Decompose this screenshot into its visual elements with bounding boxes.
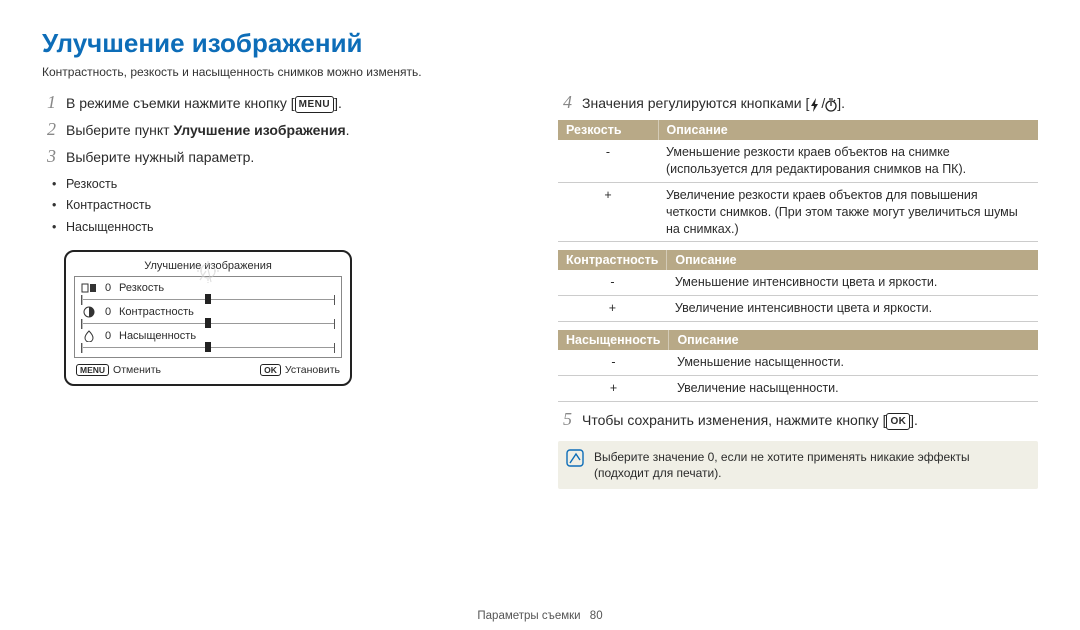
step-text-bold: Улучшение изображения xyxy=(173,122,345,138)
table-desc: Увеличение резкости краев объектов для п… xyxy=(658,182,1038,242)
step-number: 2 xyxy=(42,120,56,140)
step-3: 3 Выберите нужный параметр. xyxy=(42,147,522,168)
step-number: 3 xyxy=(42,147,56,167)
table-header: Резкость xyxy=(558,120,658,140)
step-text: . xyxy=(346,122,350,138)
ok-button-label: OK xyxy=(886,413,910,430)
table-header: Насыщенность xyxy=(558,330,669,350)
list-item: Контрастность xyxy=(66,195,522,216)
note-text: Выберите значение 0, если не хотите прим… xyxy=(594,449,1024,481)
table-header: Описание xyxy=(658,120,1038,140)
table-header: Описание xyxy=(667,250,1038,270)
timer-icon xyxy=(825,97,837,111)
step-4: 4 Значения регулируются кнопками [/]. xyxy=(558,93,1038,114)
step-number: 5 xyxy=(558,410,572,430)
contrast-icon xyxy=(81,306,97,318)
table-row: - Уменьшение насыщенности. xyxy=(558,350,1038,375)
table-saturation: Насыщенность Описание - Уменьшение насыщ… xyxy=(558,330,1038,402)
lcd-cancel-text: Отменить xyxy=(113,364,161,376)
lcd-preview: Улучшение изображения 0 Резкость xyxy=(64,250,352,386)
info-icon xyxy=(566,449,584,467)
lcd-row-saturation: 0 Насыщенность xyxy=(81,329,335,343)
table-row: + Увеличение насыщенности. xyxy=(558,376,1038,402)
lcd-slider xyxy=(81,343,335,353)
lcd-menu-button: MENU xyxy=(76,364,109,376)
table-desc: Увеличение интенсивности цвета и яркости… xyxy=(667,296,1038,322)
table-row: - Уменьшение интенсивности цвета и яркос… xyxy=(558,270,1038,295)
lcd-panel: 0 Резкость 0 Контрастность xyxy=(74,276,342,358)
menu-button-label: MENU xyxy=(295,96,334,113)
step-5: 5 Чтобы сохранить изменения, нажмите кно… xyxy=(558,410,1038,431)
table-row: - Уменьшение резкости краев объектов на … xyxy=(558,140,1038,182)
lcd-slider xyxy=(81,295,335,305)
footer-section: Параметры съемки xyxy=(477,610,580,622)
table-header: Описание xyxy=(669,330,1038,350)
sharpness-icon xyxy=(81,282,97,294)
table-desc: Уменьшение насыщенности. xyxy=(669,350,1038,375)
table-contrast: Контрастность Описание - Уменьшение инте… xyxy=(558,250,1038,322)
flash-icon xyxy=(809,97,821,111)
table-sign: - xyxy=(558,350,669,375)
lcd-value: 0 xyxy=(103,306,113,318)
step-number: 4 xyxy=(558,93,572,113)
step-text: Чтобы сохранить изменения, нажмите кнопк… xyxy=(582,412,886,428)
table-desc: Увеличение насыщенности. xyxy=(669,376,1038,402)
page-title: Улучшение изображений xyxy=(42,28,1038,59)
table-sign: + xyxy=(558,376,669,402)
page-footer: Параметры съемки 80 xyxy=(0,610,1080,622)
table-sign: + xyxy=(558,296,667,322)
lcd-label: Насыщенность xyxy=(119,330,196,342)
lcd-ok-text: Установить xyxy=(285,364,340,376)
step-text: Выберите нужный параметр. xyxy=(66,147,522,168)
table-header: Контрастность xyxy=(558,250,667,270)
pointer-hint-icon xyxy=(193,258,223,286)
table-sharpness: Резкость Описание - Уменьшение резкости … xyxy=(558,120,1038,242)
step-text: В режиме съемки нажмите кнопку [ xyxy=(66,95,295,111)
step-text: Выберите пункт xyxy=(66,122,173,138)
table-desc: Уменьшение интенсивности цвета и яркости… xyxy=(667,270,1038,295)
table-desc: Уменьшение резкости краев объектов на сн… xyxy=(658,140,1038,182)
lcd-value: 0 xyxy=(103,282,113,294)
footer-page-number: 80 xyxy=(590,610,603,622)
step-text: Значения регулируются кнопками [ xyxy=(582,95,809,111)
lcd-row-contrast: 0 Контрастность xyxy=(81,305,335,319)
table-sign: - xyxy=(558,140,658,182)
lcd-label: Резкость xyxy=(119,282,164,294)
step-text: ]. xyxy=(910,412,918,428)
note-box: Выберите значение 0, если не хотите прим… xyxy=(558,441,1038,489)
step-2: 2 Выберите пункт Улучшение изображения. xyxy=(42,120,522,141)
lcd-slider xyxy=(81,319,335,329)
lcd-value: 0 xyxy=(103,330,113,342)
lcd-label: Контрастность xyxy=(119,306,194,318)
table-sign: - xyxy=(558,270,667,295)
table-row: + Увеличение резкости краев объектов для… xyxy=(558,182,1038,242)
page-subtitle: Контрастность, резкость и насыщенность с… xyxy=(42,65,1038,79)
list-item: Насыщенность xyxy=(66,217,522,238)
table-row: + Увеличение интенсивности цвета и яркос… xyxy=(558,296,1038,322)
step-text: ]. xyxy=(837,95,845,111)
table-sign: + xyxy=(558,182,658,242)
lcd-ok-button: OK xyxy=(260,364,281,376)
step-number: 1 xyxy=(42,93,56,113)
parameter-list: Резкость Контрастность Насыщенность xyxy=(42,174,522,238)
step-text: ]. xyxy=(334,95,342,111)
saturation-icon xyxy=(81,330,97,342)
list-item: Резкость xyxy=(66,174,522,195)
step-1: 1 В режиме съемки нажмите кнопку [MENU]. xyxy=(42,93,522,114)
